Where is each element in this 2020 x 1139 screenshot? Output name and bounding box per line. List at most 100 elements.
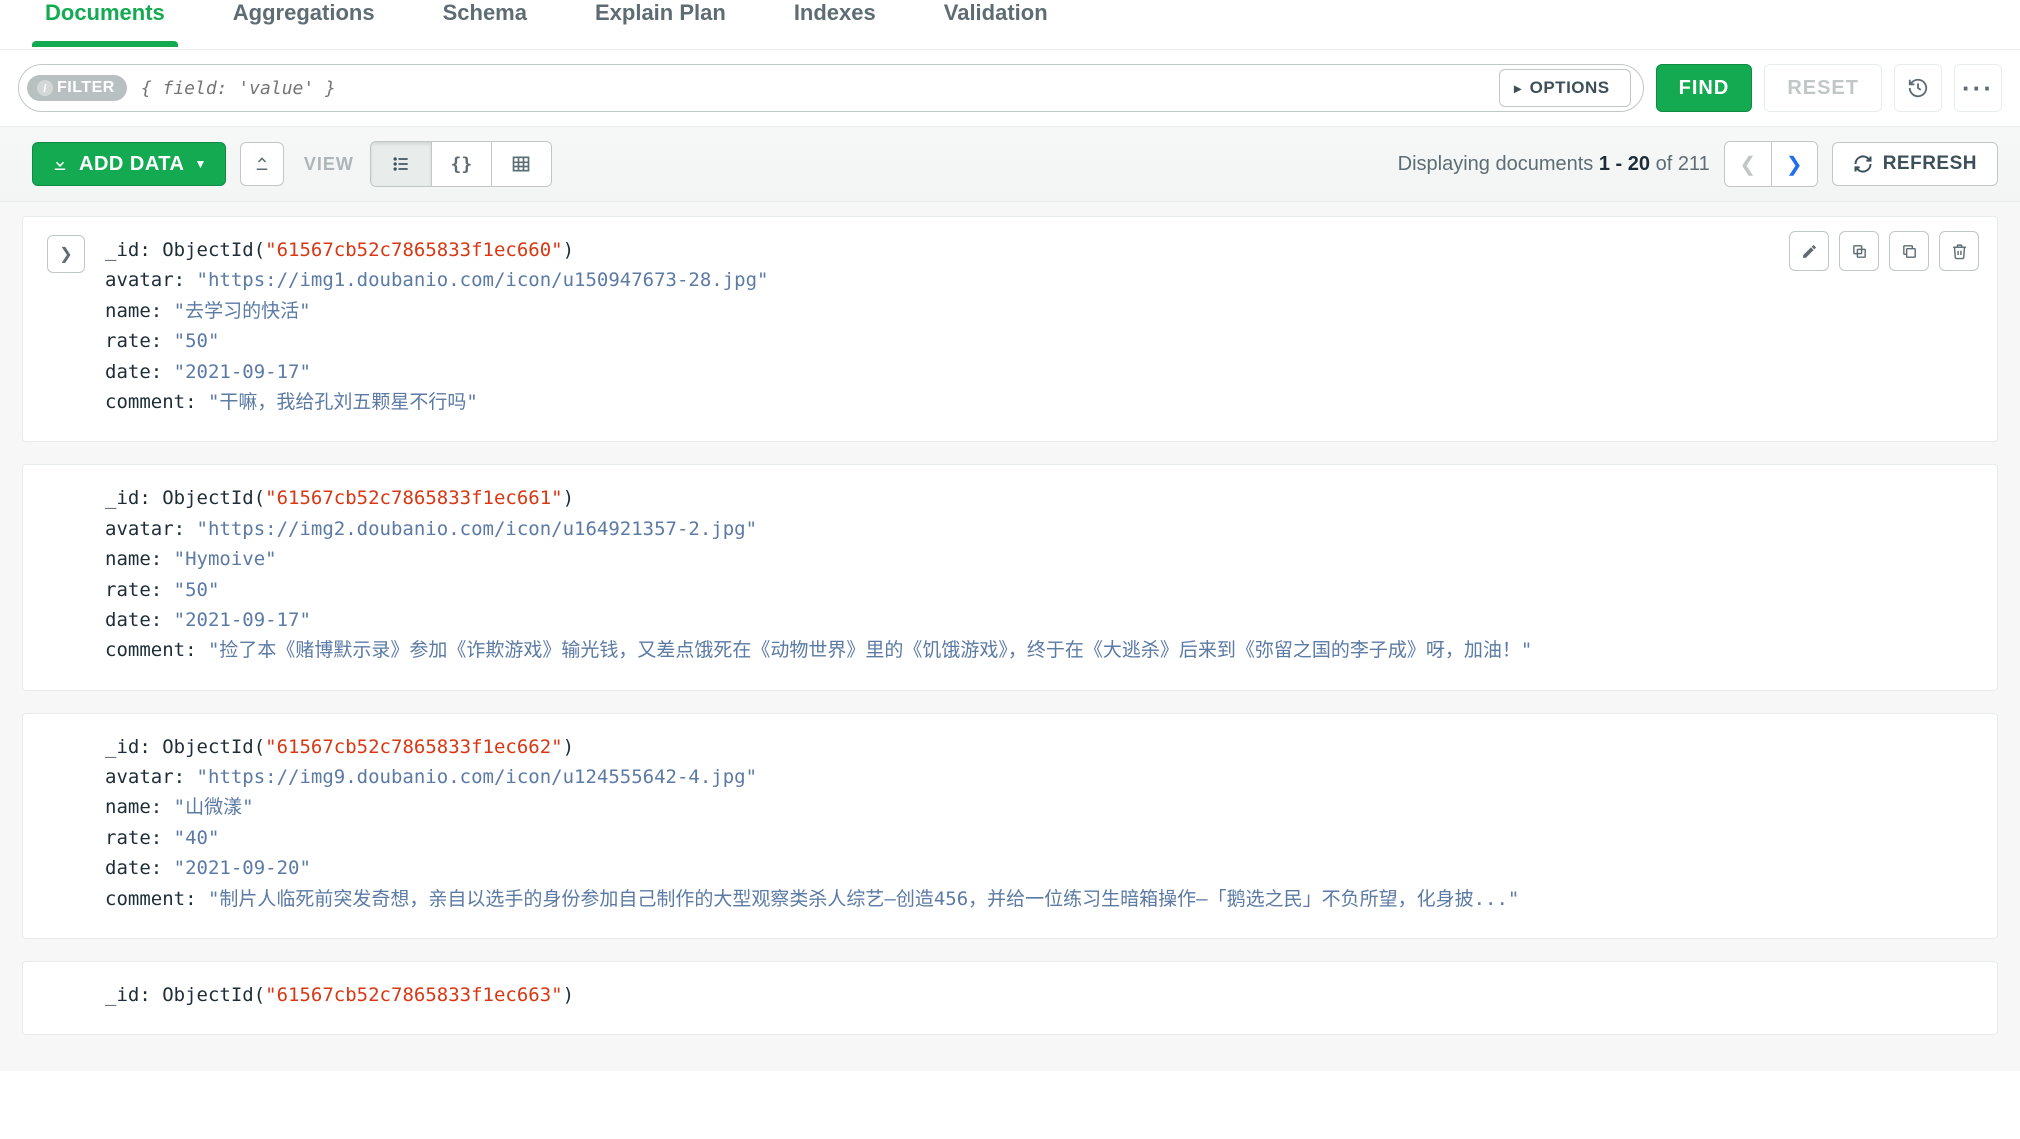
field-row: comment: "制片人临死前突发奇想，亲自以选手的身份参加自己制作的大型观察… xyxy=(105,884,1973,914)
document-card: _id: ObjectId("61567cb52c7865833f1ec662"… xyxy=(22,713,1998,939)
info-icon: i xyxy=(37,80,53,96)
view-label: VIEW xyxy=(304,154,354,175)
tab-indexes[interactable]: Indexes xyxy=(789,0,881,42)
braces-icon: {} xyxy=(451,154,473,175)
document-actions xyxy=(1789,231,1979,271)
field-value: "制片人临死前突发奇想，亲自以选手的身份参加自己制作的大型观察类杀人综艺—创造4… xyxy=(208,888,1519,910)
history-button[interactable] xyxy=(1894,64,1942,112)
delete-button[interactable] xyxy=(1939,231,1979,271)
list-icon xyxy=(391,154,411,174)
refresh-button[interactable]: REFRESH xyxy=(1832,142,1998,186)
chevron-right-icon: ❯ xyxy=(59,244,72,264)
chevron-right-icon: ❯ xyxy=(1786,152,1803,177)
view-list-button[interactable] xyxy=(371,142,431,186)
field-value: "山微漾" xyxy=(174,796,254,818)
field-value: "捡了本《赌博默示录》参加《诈欺游戏》输光钱，又差点饿死在《动物世界》里的《饥饿… xyxy=(208,639,1532,661)
view-table-button[interactable] xyxy=(491,142,551,186)
filter-chip: i FILTER xyxy=(27,75,127,101)
refresh-icon xyxy=(1853,154,1873,174)
field-key: rate xyxy=(105,579,151,601)
document-card: _id: ObjectId("61567cb52c7865833f1ec661"… xyxy=(22,464,1998,690)
field-key: name xyxy=(105,796,151,818)
document-card: ❯ _id: ObjectId("61567cb52c7865833f1ec660… xyxy=(22,216,1998,442)
page-prev-button[interactable]: ❮ xyxy=(1725,142,1771,186)
field-key: rate xyxy=(105,827,151,849)
field-row: avatar: "https://img1.doubanio.com/icon/… xyxy=(105,265,1973,295)
tab-documents[interactable]: Documents xyxy=(40,0,170,42)
field-value: "2021-09-17" xyxy=(174,609,311,631)
field-key: date xyxy=(105,609,151,631)
field-row: _id: ObjectId("61567cb52c7865833f1ec660"… xyxy=(105,235,1973,265)
field-row: date: "2021-09-20" xyxy=(105,853,1973,883)
field-key: avatar xyxy=(105,269,174,291)
field-key: date xyxy=(105,857,151,879)
documents-toolbar: ADD DATA ▼ VIEW {} Displaying documents … xyxy=(0,127,2020,202)
field-value: "2021-09-17" xyxy=(174,361,311,383)
tab-validation[interactable]: Validation xyxy=(939,0,1053,42)
page-next-button[interactable]: ❯ xyxy=(1771,142,1817,186)
document-fields: _id: ObjectId("61567cb52c7865833f1ec661"… xyxy=(105,483,1973,665)
field-key: rate xyxy=(105,330,151,352)
clone-button[interactable] xyxy=(1889,231,1929,271)
expand-button[interactable]: ❯ xyxy=(47,235,85,273)
field-row: name: "Hymoive" xyxy=(105,544,1973,574)
edit-button[interactable] xyxy=(1789,231,1829,271)
refresh-label: REFRESH xyxy=(1883,153,1977,175)
more-button[interactable]: ··· xyxy=(1954,64,2002,112)
pencil-icon xyxy=(1801,243,1818,260)
status-of: of xyxy=(1650,153,1678,175)
field-value: "61567cb52c7865833f1ec660" xyxy=(265,239,562,261)
reset-button[interactable]: RESET xyxy=(1764,64,1882,112)
filter-input-wrap[interactable]: i FILTER OPTIONS xyxy=(18,64,1644,112)
pager: ❮ ❯ xyxy=(1724,141,1818,187)
tab-explain-plan[interactable]: Explain Plan xyxy=(590,0,731,42)
field-value: "Hymoive" xyxy=(174,548,277,570)
export-button[interactable] xyxy=(240,142,284,186)
field-row: name: "山微漾" xyxy=(105,792,1973,822)
field-row: comment: "捡了本《赌博默示录》参加《诈欺游戏》输光钱，又差点饿死在《动… xyxy=(105,635,1973,665)
field-row: date: "2021-09-17" xyxy=(105,357,1973,387)
field-value: "去学习的快活" xyxy=(174,300,311,322)
field-row: rate: "50" xyxy=(105,326,1973,356)
view-mode-group: {} xyxy=(370,141,552,187)
field-row: comment: "干嘛，我给孔刘五颗星不行吗" xyxy=(105,387,1973,417)
document-fields: _id: ObjectId("61567cb52c7865833f1ec663"… xyxy=(105,980,1973,1010)
field-key: _id xyxy=(105,736,139,758)
field-row: date: "2021-09-17" xyxy=(105,605,1973,635)
history-icon xyxy=(1907,77,1929,99)
document-list: ❯ _id: ObjectId("61567cb52c7865833f1ec660… xyxy=(0,202,2020,1071)
field-value: "干嘛，我给孔刘五颗星不行吗" xyxy=(208,391,478,413)
field-row: _id: ObjectId("61567cb52c7865833f1ec663"… xyxy=(105,980,1973,1010)
find-label: FIND xyxy=(1679,77,1730,100)
field-value: "50" xyxy=(174,330,220,352)
field-key: comment xyxy=(105,391,185,413)
field-key: name xyxy=(105,548,151,570)
tab-schema[interactable]: Schema xyxy=(438,0,532,42)
copy-button[interactable] xyxy=(1839,231,1879,271)
ellipsis-icon: ··· xyxy=(1962,73,1994,104)
field-key: avatar xyxy=(105,518,174,540)
trash-icon xyxy=(1951,243,1968,260)
field-key: comment xyxy=(105,888,185,910)
add-data-button[interactable]: ADD DATA ▼ xyxy=(32,142,226,186)
options-button[interactable]: OPTIONS xyxy=(1499,69,1631,107)
filter-input[interactable] xyxy=(127,78,1499,99)
field-key: avatar xyxy=(105,766,174,788)
field-key: name xyxy=(105,300,151,322)
field-key: _id xyxy=(105,984,139,1006)
document-fields: _id: ObjectId("61567cb52c7865833f1ec660"… xyxy=(105,235,1973,417)
field-row: _id: ObjectId("61567cb52c7865833f1ec662"… xyxy=(105,732,1973,762)
document-card: _id: ObjectId("61567cb52c7865833f1ec663"… xyxy=(22,961,1998,1035)
find-button[interactable]: FIND xyxy=(1656,64,1753,112)
field-value: "50" xyxy=(174,579,220,601)
field-key: _id xyxy=(105,239,139,261)
status-total: 211 xyxy=(1678,153,1710,175)
field-value: "61567cb52c7865833f1ec662" xyxy=(265,736,562,758)
status-prefix: Displaying documents xyxy=(1398,153,1599,175)
field-value: "2021-09-20" xyxy=(174,857,311,879)
view-json-button[interactable]: {} xyxy=(431,142,491,186)
tab-aggregations[interactable]: Aggregations xyxy=(228,0,380,42)
field-key: comment xyxy=(105,639,185,661)
field-value: "61567cb52c7865833f1ec661" xyxy=(265,487,562,509)
query-bar: i FILTER OPTIONS FIND RESET ··· xyxy=(0,50,2020,127)
